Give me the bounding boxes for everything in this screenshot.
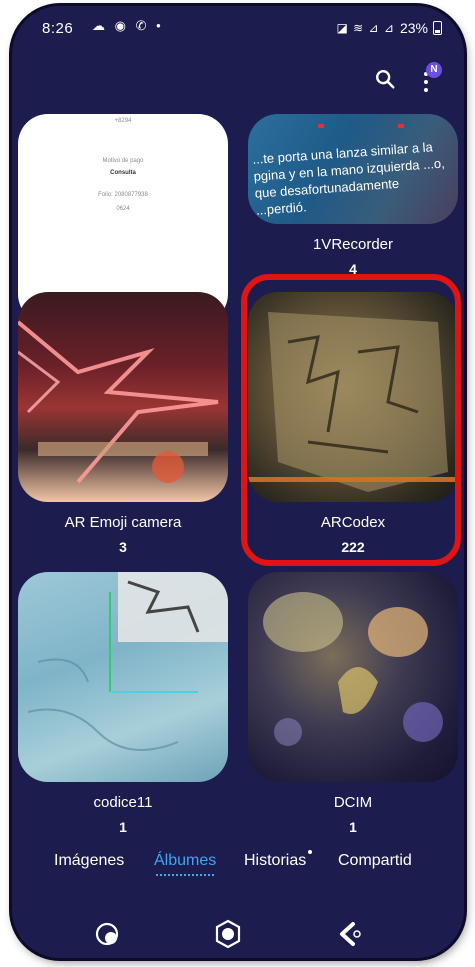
album-thumbnail[interactable] <box>18 292 228 502</box>
receipt-text: 0624 <box>116 206 130 212</box>
album-count: 4 <box>349 261 357 277</box>
new-content-dot <box>308 850 313 854</box>
map-texture-graphic <box>27 572 228 751</box>
receipt-text: Motivo de pago <box>102 158 144 164</box>
jellyfish-graphic <box>263 592 443 746</box>
thumb-caption: ...te porta una lanza similar a la pgina… <box>251 139 446 218</box>
home-icon[interactable] <box>210 916 246 952</box>
album-card-ar-emoji-camera[interactable]: AR Emoji camera 3 <box>18 292 228 555</box>
album-name: codice11 <box>93 794 153 811</box>
album-thumbnail[interactable] <box>18 572 228 782</box>
album-grid: +8294 Motivo de pago Consulta Folio: 208… <box>12 6 464 958</box>
tab-historias[interactable]: Historias <box>244 850 313 870</box>
tab-bar: Imágenes Álbumes Historias Compartid <box>12 850 464 892</box>
tab-albumes[interactable]: Álbumes <box>154 852 217 876</box>
neon-star-graphic <box>18 320 219 484</box>
tab-label: Compartid <box>338 852 412 869</box>
album-card-0[interactable]: +8294 Motivo de pago Consulta Folio: 208… <box>18 114 228 324</box>
thumb-decoration <box>398 124 404 128</box>
recents-icon[interactable] <box>90 916 126 952</box>
active-tab-indicator <box>156 874 215 876</box>
phone-screen: 8:26 ☁ ◉ ✆ • ◪ ≋ ⊿ ⊿ 23% N +8294 Motivo … <box>12 6 464 958</box>
codex-artifact-graphic <box>248 312 458 492</box>
album-name: AR Emoji camera <box>64 514 182 531</box>
receipt-text: +8294 <box>114 118 132 124</box>
album-count: 1 <box>119 819 127 835</box>
album-name: DCIM <box>333 794 373 811</box>
album-name: 1VRecorder <box>312 236 394 253</box>
album-thumbnail[interactable]: ...te porta una lanza similar a la pgina… <box>248 114 458 224</box>
album-count: 1 <box>349 819 357 835</box>
album-card-dcim[interactable]: DCIM 1 <box>248 572 458 835</box>
thumb-decoration <box>318 124 324 128</box>
album-count: 3 <box>119 539 127 555</box>
album-card-arcodex[interactable]: ARCodex 222 <box>248 292 458 555</box>
tab-label: Historias <box>244 852 307 869</box>
album-name: ARCodex <box>320 514 386 531</box>
tab-label: Imágenes <box>54 852 125 869</box>
tab-imagenes[interactable]: Imágenes <box>54 852 124 870</box>
album-card-codice11[interactable]: codice11 1 <box>18 572 228 835</box>
tab-label: Álbumes <box>154 852 217 869</box>
receipt-text: Folio: 2080877938 <box>98 192 148 198</box>
system-nav-bar <box>12 916 464 956</box>
tab-compartidos[interactable]: Compartid <box>338 852 412 870</box>
album-count: 222 <box>341 539 365 555</box>
back-icon[interactable] <box>332 916 368 952</box>
receipt-text: Consulta <box>110 170 136 176</box>
album-thumbnail[interactable] <box>248 292 458 502</box>
album-card-1vrecorder[interactable]: ...te porta una lanza similar a la pgina… <box>248 114 458 277</box>
album-thumbnail[interactable] <box>248 572 458 782</box>
